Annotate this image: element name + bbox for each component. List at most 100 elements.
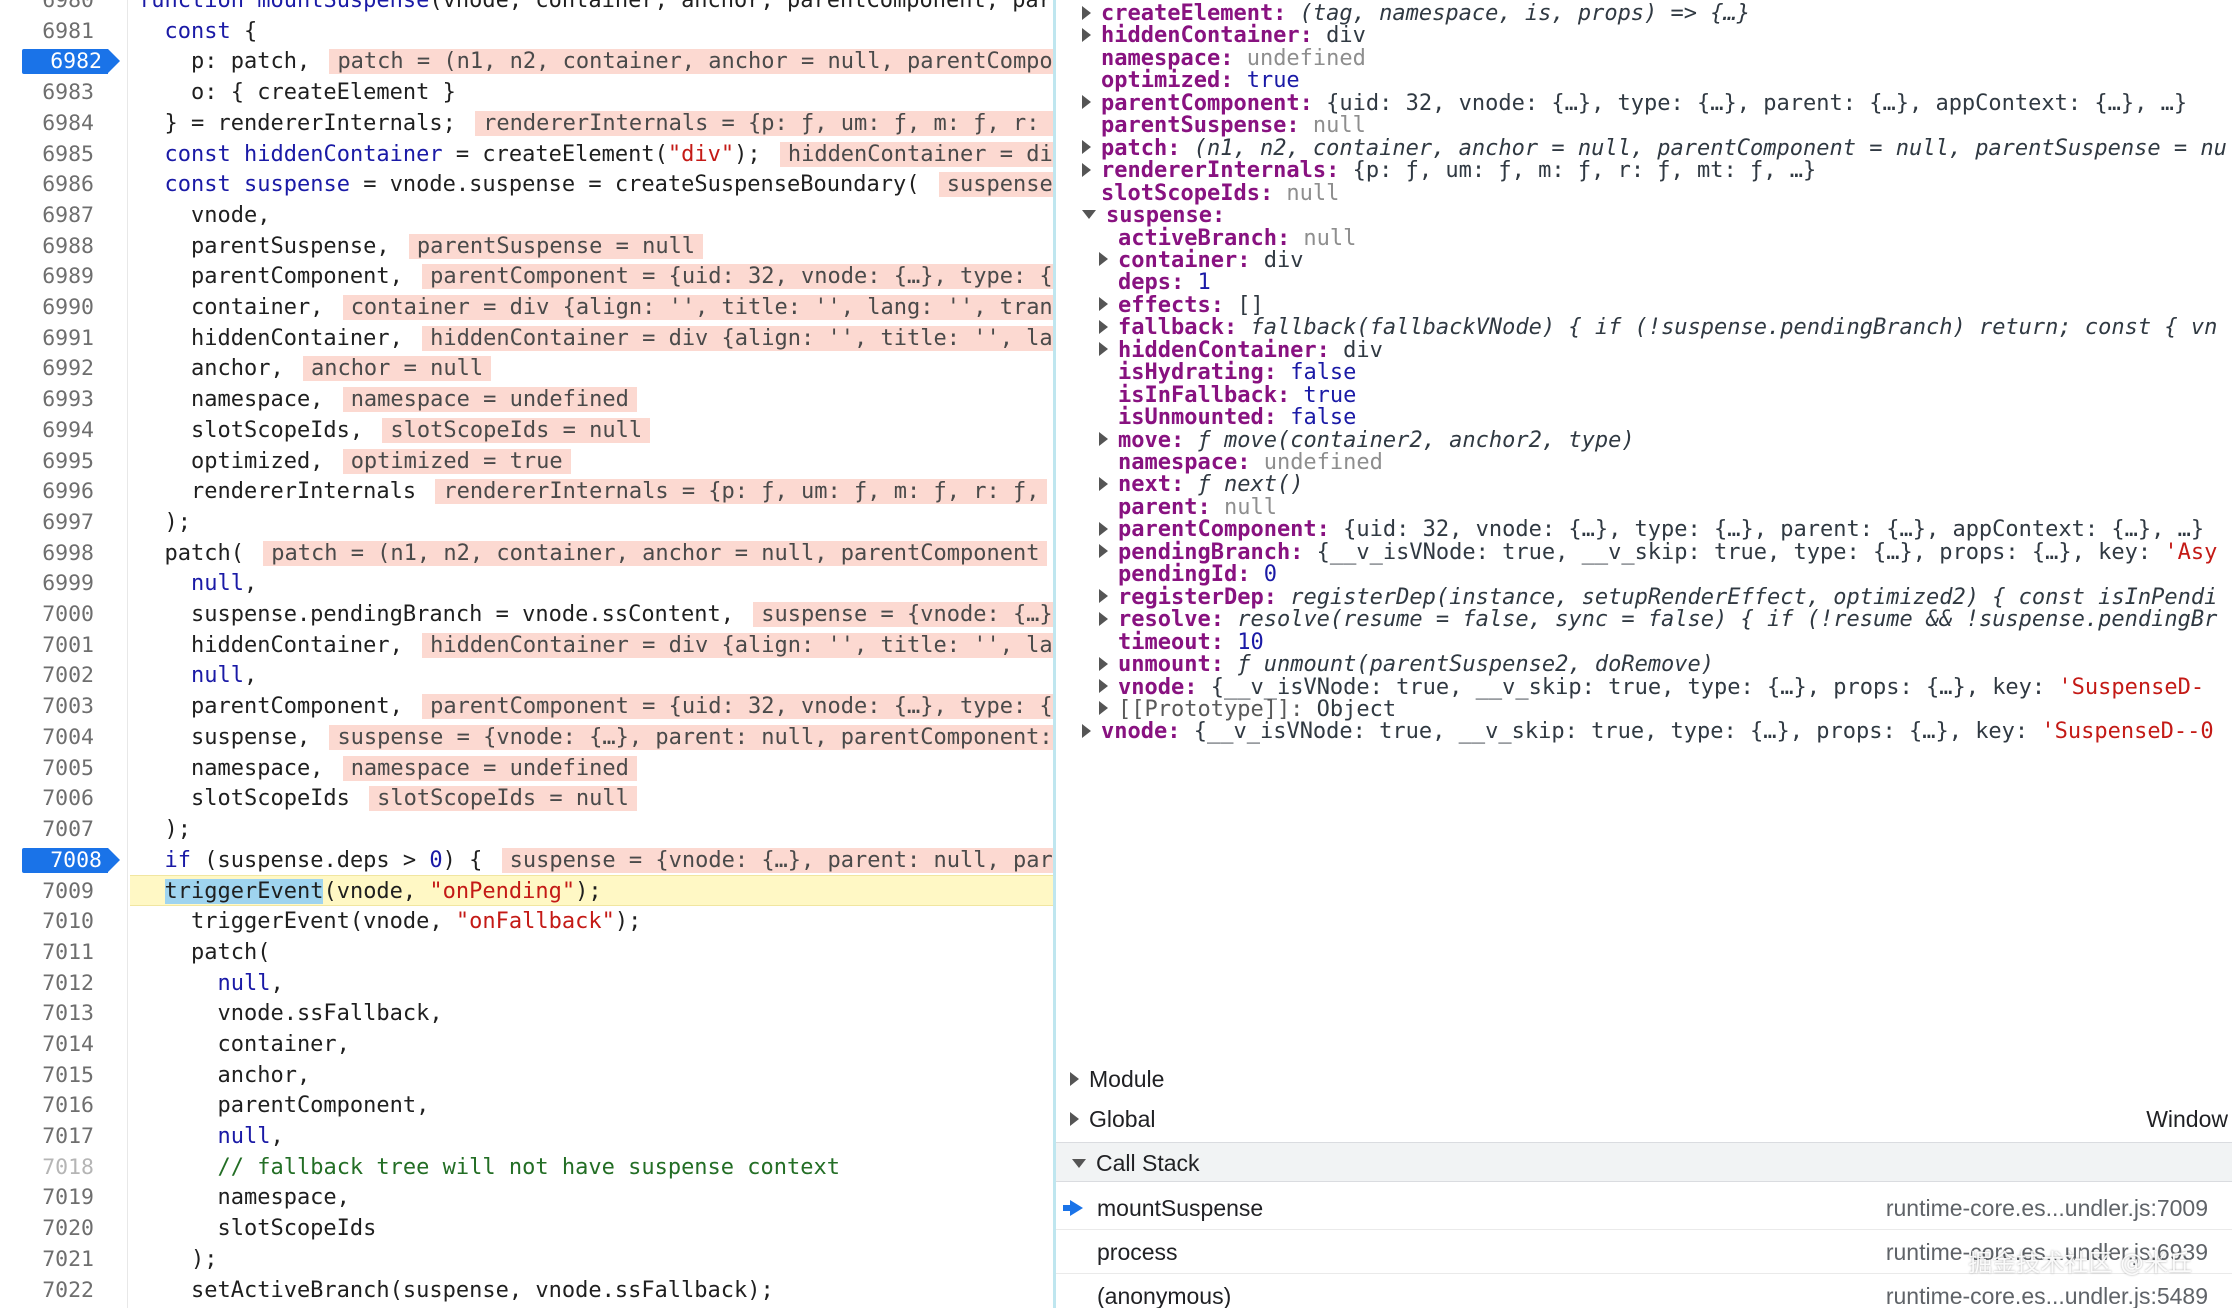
code-line[interactable]: 6997 ); — [0, 507, 1053, 538]
code-line[interactable]: 6981 const { — [0, 16, 1053, 47]
call-stack-header[interactable]: Call Stack — [1056, 1142, 2232, 1182]
scope-section-global[interactable]: Global Window — [1056, 1101, 2232, 1137]
code-line[interactable]: 7003 parentComponent, parentComponent = … — [0, 691, 1053, 722]
line-number[interactable]: 6991 — [0, 323, 100, 354]
code-line[interactable]: 7018 // fallback tree will not have susp… — [0, 1152, 1053, 1183]
line-number[interactable]: 7001 — [0, 630, 100, 661]
line-number[interactable]: 6998 — [0, 538, 100, 569]
code-line[interactable]: 7020 slotScopeIds — [0, 1213, 1053, 1244]
code-line[interactable]: 6987 vnode, — [0, 200, 1053, 231]
expand-triangle-icon[interactable] — [1099, 252, 1108, 267]
code-line[interactable]: 6980 function mountSuspense(vnode, contai… — [0, 0, 1053, 16]
code-line[interactable]: 7011 patch( — [0, 937, 1053, 968]
expand-triangle-icon[interactable] — [1082, 27, 1091, 42]
code-line[interactable]: 7012 null, — [0, 968, 1053, 999]
code-line[interactable]: 6991 hiddenContainer, hiddenContainer = … — [0, 323, 1053, 354]
line-number[interactable]: 6986 — [0, 169, 100, 200]
line-number[interactable]: 7015 — [0, 1060, 100, 1091]
code-line[interactable]: 7015 anchor, — [0, 1060, 1053, 1091]
expand-triangle-icon[interactable] — [1099, 521, 1108, 536]
code-line[interactable]: 7016 parentComponent, — [0, 1090, 1053, 1121]
code-line[interactable]: 7013 vnode.ssFallback, — [0, 998, 1053, 1029]
line-number[interactable]: 6980 — [0, 0, 100, 16]
expand-triangle-icon[interactable] — [1099, 589, 1108, 604]
line-number[interactable]: 6988 — [0, 231, 100, 262]
line-number[interactable]: 7022 — [0, 1275, 100, 1306]
code-line[interactable]: 6994 slotScopeIds, slotScopeIds = null — [0, 415, 1053, 446]
code-line[interactable]: 6999 null, — [0, 568, 1053, 599]
line-number[interactable]: 6993 — [0, 384, 100, 415]
expand-triangle-icon[interactable] — [1099, 476, 1108, 491]
line-number[interactable]: 6984 — [0, 108, 100, 139]
frame-location-link[interactable]: runtime-core.es...undler.js:5489 — [1886, 1274, 2208, 1308]
code-line[interactable]: 7000 suspense.pendingBranch = vnode.ssCo… — [0, 599, 1053, 630]
line-number[interactable]: 7010 — [0, 906, 100, 937]
code-line[interactable]: 7022 setActiveBranch(suspense, vnode.ssF… — [0, 1275, 1053, 1306]
code-line[interactable]: 7001 hiddenContainer, hiddenContainer = … — [0, 630, 1053, 661]
code-line[interactable]: 7014 container, — [0, 1029, 1053, 1060]
code-line[interactable]: 6983 o: { createElement } — [0, 77, 1053, 108]
line-number[interactable]: 6983 — [0, 77, 100, 108]
expand-triangle-icon[interactable] — [1099, 319, 1108, 334]
line-number[interactable]: 7002 — [0, 660, 100, 691]
line-number[interactable]: 7014 — [0, 1029, 100, 1060]
code-line[interactable]: 6992 anchor, anchor = null — [0, 353, 1053, 384]
line-number[interactable]: 7017 — [0, 1121, 100, 1152]
line-number[interactable]: 6990 — [0, 292, 100, 323]
line-number[interactable]: 6987 — [0, 200, 100, 231]
code-line[interactable]: 6986 const suspense = vnode.suspense = c… — [0, 169, 1053, 200]
expand-triangle-icon[interactable] — [1099, 611, 1108, 626]
code-line[interactable]: 7008 if (suspense.deps > 0) { suspense =… — [0, 845, 1053, 876]
expand-triangle-icon[interactable] — [1082, 723, 1091, 738]
call-stack-frame[interactable]: mountSuspense runtime-core.es...undler.js… — [1056, 1186, 2232, 1230]
call-stack-frame[interactable]: (anonymous) runtime-core.es...undler.js:5… — [1056, 1274, 2232, 1308]
line-number[interactable]: 7012 — [0, 968, 100, 999]
code-line[interactable]: 7004 suspense, suspense = {vnode: {…}, p… — [0, 722, 1053, 753]
expand-triangle-icon[interactable] — [1099, 297, 1108, 312]
expand-triangle-icon[interactable] — [1082, 95, 1091, 110]
line-number[interactable]: 6985 — [0, 139, 100, 170]
breakpoint-marker[interactable]: 6982 — [22, 49, 120, 75]
line-number[interactable]: 7019 — [0, 1182, 100, 1213]
line-number[interactable]: 6989 — [0, 261, 100, 292]
expand-triangle-icon[interactable] — [1099, 544, 1108, 559]
code-line[interactable]: 6989 parentComponent, parentComponent = … — [0, 261, 1053, 292]
line-number[interactable]: 7006 — [0, 783, 100, 814]
line-number[interactable]: 7016 — [0, 1090, 100, 1121]
code-line[interactable]: 7019 namespace, — [0, 1182, 1053, 1213]
code-line[interactable]: 6993 namespace, namespace = undefined — [0, 384, 1053, 415]
line-number[interactable]: 6999 — [0, 568, 100, 599]
code-line[interactable]: 6996 rendererInternals rendererInternals… — [0, 476, 1053, 507]
line-number[interactable]: 6996 — [0, 476, 100, 507]
expand-triangle-icon[interactable] — [1099, 432, 1108, 447]
breakpoint-marker[interactable]: 7008 — [22, 847, 120, 873]
line-number[interactable]: 7004 — [0, 722, 100, 753]
code-line[interactable]: 7002 null, — [0, 660, 1053, 691]
line-number[interactable]: 6995 — [0, 446, 100, 477]
code-line[interactable]: 6984 } = rendererInternals; rendererInte… — [0, 108, 1053, 139]
expand-triangle-icon[interactable] — [1099, 656, 1108, 671]
expand-triangle-icon[interactable] — [1099, 342, 1108, 357]
expand-triangle-icon[interactable] — [1082, 162, 1091, 177]
line-number[interactable]: 6992 — [0, 353, 100, 384]
code-line[interactable]: 6988 parentSuspense, parentSuspense = nu… — [0, 231, 1053, 262]
current-execution-line[interactable]: 7009 triggerEvent(vnode, "onPending"); — [42, 875, 1053, 907]
line-number[interactable]: 7000 — [0, 599, 100, 630]
code-line[interactable]: 6995 optimized, optimized = true — [0, 446, 1053, 477]
line-number[interactable]: 6997 — [0, 507, 100, 538]
line-number[interactable]: 7011 — [0, 937, 100, 968]
line-number[interactable]: 7005 — [0, 753, 100, 784]
code-line[interactable]: 7005 namespace, namespace = undefined — [0, 753, 1053, 784]
code-line[interactable]: 7021 ); — [0, 1244, 1053, 1275]
code-line[interactable]: 6998 patch( patch = (n1, n2, container, … — [0, 538, 1053, 569]
line-number[interactable]: 6981 — [0, 16, 100, 47]
code-line[interactable]: 6985 const hiddenContainer = createEleme… — [0, 139, 1053, 170]
expand-triangle-icon[interactable] — [1099, 701, 1108, 716]
line-number[interactable]: 6994 — [0, 415, 100, 446]
line-number[interactable]: 7018 — [0, 1152, 100, 1183]
scope-section-module[interactable]: Module — [1056, 1062, 2232, 1096]
code-line[interactable]: 7006 slotScopeIds slotScopeIds = null — [0, 783, 1053, 814]
line-number[interactable]: 7007 — [0, 814, 100, 845]
line-number[interactable]: 7020 — [0, 1213, 100, 1244]
code-line[interactable]: 7010 triggerEvent(vnode, "onFallback"); — [0, 906, 1053, 937]
